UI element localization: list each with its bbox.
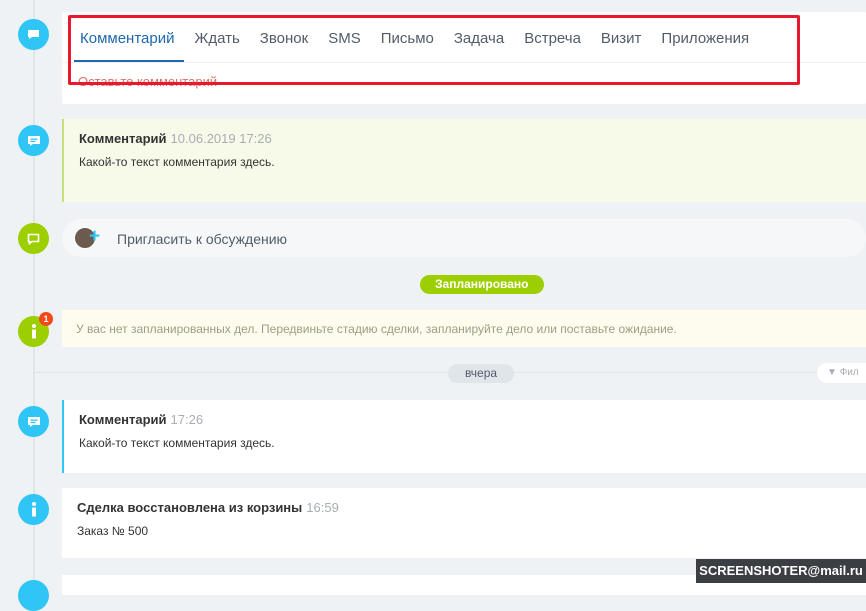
comment-title: Комментарий 10.06.2019 17:26 <box>79 131 272 146</box>
comment-text: Какой-то текст комментария здесь. <box>79 436 275 450</box>
tab-email[interactable]: Письмо <box>371 30 444 62</box>
timeline-comment: Комментарий 17:26 Какой-то текст коммента… <box>62 400 866 473</box>
filter-label: Фил <box>839 367 859 378</box>
comment-time: 17:26 <box>170 412 204 427</box>
day-badge: вчера <box>448 364 514 383</box>
tab-comment[interactable]: Комментарий <box>74 30 185 62</box>
tab-task[interactable]: Задача <box>444 30 514 62</box>
notice-text: У вас нет запланированных дел. Передвинь… <box>76 322 677 336</box>
deal-restored-event: Сделка восстановлена из корзины 16:59 Зак… <box>62 488 866 558</box>
comment-icon <box>18 125 49 156</box>
event-title: Сделка восстановлена из корзины 16:59 <box>77 500 339 515</box>
filter-button[interactable]: ▼ Фил <box>817 363 866 383</box>
planned-badge: Запланировано <box>420 275 544 294</box>
composer-tabs: Комментарий Ждать Звонок SMS Письмо Зада… <box>74 30 759 62</box>
tab-meeting[interactable]: Встреча <box>514 30 591 62</box>
activity-composer: Комментарий Ждать Звонок SMS Письмо Зада… <box>62 12 866 104</box>
event-icon <box>18 580 49 611</box>
info-icon <box>18 494 49 525</box>
invite-to-discussion[interactable]: + Пригласить к обсуждению <box>62 219 866 257</box>
tab-wait[interactable]: Ждать <box>184 30 249 62</box>
chat-icon <box>18 223 49 254</box>
plus-icon[interactable]: + <box>89 225 100 249</box>
comment-title: Комментарий 17:26 <box>79 412 204 427</box>
comment-input[interactable]: Оставьте комментарий <box>78 74 217 89</box>
invite-label: Пригласить к обсуждению <box>117 231 288 247</box>
tab-apps[interactable]: Приложения <box>651 30 759 62</box>
comment-text: Какой-то текст комментария здесь. <box>79 155 275 169</box>
watermark: SCREENSHOTER@mail.ru <box>696 559 866 583</box>
tab-call[interactable]: Звонок <box>250 30 318 62</box>
comment-icon <box>18 406 49 437</box>
comment-time: 10.06.2019 17:26 <box>170 131 272 146</box>
notification-count: 1 <box>39 312 53 326</box>
tab-visit[interactable]: Визит <box>591 30 652 62</box>
composer-divider <box>62 62 866 63</box>
filter-icon: ▼ <box>827 367 840 378</box>
timeline-comment: Комментарий 10.06.2019 17:26 Какой-то тек… <box>62 119 866 202</box>
event-text: Заказ № 500 <box>77 524 149 538</box>
event-time: 16:59 <box>306 500 339 515</box>
tab-sms[interactable]: SMS <box>318 30 371 62</box>
no-planned-notice: У вас нет запланированных дел. Передвинь… <box>62 310 866 347</box>
comment-icon <box>18 19 49 50</box>
